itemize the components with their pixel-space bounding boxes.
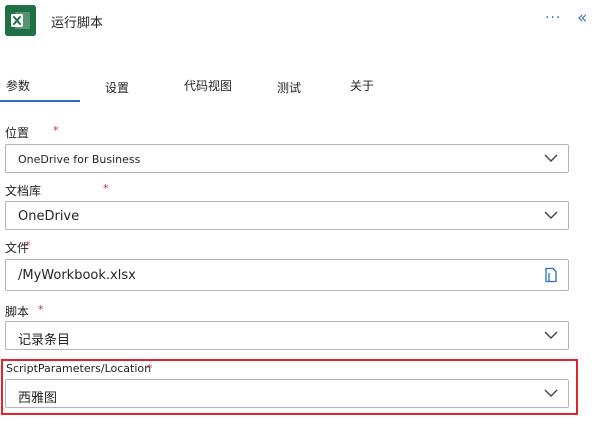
library-dropdown[interactable]: OneDrive (5, 201, 569, 230)
tab-testing[interactable]: 测试 (277, 79, 301, 96)
active-tab-indicator (0, 100, 80, 102)
script-location-value: 西雅图 (18, 391, 58, 406)
required-marker: * (25, 239, 31, 252)
file-path-value: /MyWorkbook.xlsx (18, 268, 136, 283)
script-dropdown[interactable]: 记录条目 (5, 321, 569, 350)
required-marker: * (147, 362, 153, 375)
page-title: 运行脚本 (51, 16, 104, 31)
collapse-panel-button[interactable]: « (577, 8, 587, 28)
chevron-down-icon (544, 154, 558, 162)
location-label: 位置 (5, 126, 30, 140)
required-marker: * (38, 303, 44, 316)
chevron-down-icon (544, 331, 558, 339)
script-label: 脚本 (5, 305, 30, 319)
required-marker: * (53, 124, 59, 137)
tab-parameters[interactable]: 参数 (6, 77, 30, 94)
script-location-dropdown[interactable]: 西雅图 (5, 379, 569, 408)
library-value: OneDrive (18, 209, 80, 224)
script-value: 记录条目 (18, 333, 71, 348)
file-path-input[interactable]: /MyWorkbook.xlsx (5, 259, 569, 291)
tab-code-view[interactable]: 代码视图 (184, 77, 232, 94)
folder-icon[interactable] (544, 267, 558, 283)
required-marker: * (103, 182, 109, 195)
library-label: 文档库 (5, 184, 42, 198)
location-dropdown[interactable]: OneDrive for Business (5, 144, 569, 173)
chevron-down-icon (544, 211, 558, 219)
tab-settings[interactable]: 设置 (105, 79, 129, 96)
script-location-label: ScriptParameters/Location (6, 362, 152, 375)
more-options-button[interactable]: ··· (545, 10, 561, 26)
tab-about[interactable]: 关于 (350, 77, 374, 94)
chevron-down-icon (544, 389, 558, 397)
location-value: OneDrive for Business (18, 153, 141, 166)
excel-icon (5, 5, 36, 36)
